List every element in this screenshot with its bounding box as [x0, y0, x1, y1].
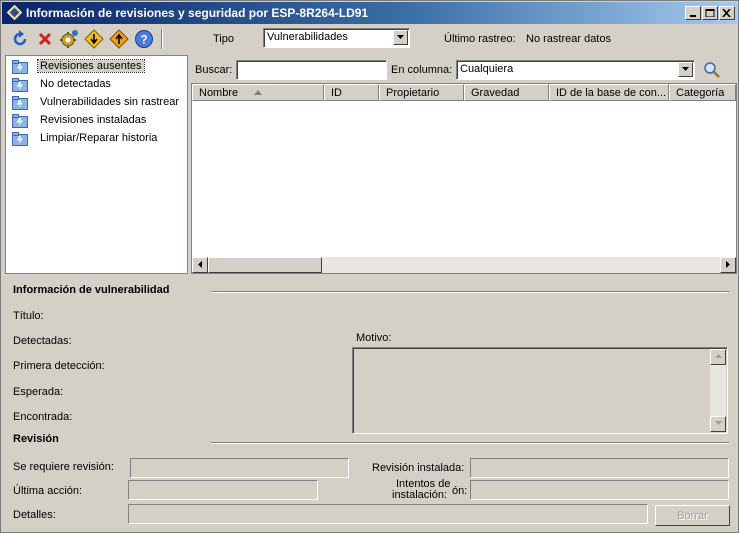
settings-gear-icon[interactable] [59, 29, 79, 49]
minimize-button[interactable] [685, 6, 701, 20]
search-icon[interactable] [703, 61, 721, 79]
category-tree: Revisiones ausentes No detectadas Vulner… [5, 55, 188, 274]
primera-deteccion-label: Primera detección: [13, 360, 105, 372]
column-header-categoria[interactable]: Categoría [669, 84, 736, 101]
tipo-select-value: Vulnerabilidades [267, 31, 348, 43]
column-label: Categoría [676, 87, 725, 99]
vulnerability-section-title: Información de vulnerabilidad [13, 284, 170, 296]
svg-text:?: ? [140, 33, 147, 47]
columna-dropdown-button[interactable] [678, 62, 693, 77]
refresh-icon[interactable] [10, 29, 30, 49]
column-header-gravedad[interactable]: Gravedad [464, 84, 549, 101]
close-icon [722, 9, 731, 17]
intentos-instalacion-label-line2: instalación: [392, 489, 448, 501]
column-header-id[interactable]: ID [324, 84, 379, 101]
toolbar: ? Tipo Vulnerabilidades Último rastreo: … [2, 25, 737, 53]
ultima-accion-label: Última acción: [13, 485, 83, 497]
patch-folder-icon [12, 78, 28, 92]
revision-section-title: Revisión [13, 433, 59, 445]
close-button[interactable] [719, 6, 735, 20]
arrow-down-icon [715, 421, 722, 425]
help-icon[interactable]: ? [134, 29, 154, 49]
chevron-down-icon [397, 35, 404, 39]
revision-instalada-field [470, 458, 729, 478]
tree-item-label: Vulnerabilidades sin rastrear [40, 96, 179, 108]
patch-security-window: Información de revisiones y seguridad po… [0, 0, 739, 533]
ultimo-rastreo-value: No rastrear datos [526, 33, 611, 45]
scrollbar-thumb[interactable] [208, 257, 322, 273]
app-diamond-icon [7, 5, 22, 20]
column-label: Gravedad [471, 87, 520, 99]
approve-icon[interactable] [109, 29, 129, 49]
tree-item-label: Limpiar/Reparar historia [40, 132, 158, 144]
encontrada-label: Encontrada: [13, 411, 73, 423]
motivo-label: Motivo: [356, 332, 392, 344]
sort-ascending-icon [254, 90, 262, 95]
patch-list[interactable]: Nombre ID Propietario Gravedad ID de la … [191, 83, 737, 274]
tree-item-label: No detectadas [40, 78, 111, 90]
ultimo-rastreo-label: Último rastreo: [444, 33, 516, 45]
detectadas-label: Detectadas: [13, 335, 72, 347]
list-header: Nombre ID Propietario Gravedad ID de la … [192, 84, 736, 101]
revision-instalada-label: Revisión instalada: [372, 462, 465, 474]
detalles-label: Detalles: [13, 509, 56, 521]
delete-icon[interactable] [35, 29, 55, 49]
intentos-instalacion-field [470, 480, 729, 500]
se-requiere-revision-label: Se requiere revisión: [13, 461, 114, 473]
buscar-input[interactable] [236, 60, 387, 80]
maximize-icon [705, 9, 715, 17]
arrow-up-icon [715, 354, 722, 358]
detalles-field [128, 504, 648, 524]
window-title: Información de revisiones y seguridad po… [26, 6, 369, 20]
patch-folder-icon [12, 132, 28, 146]
tipo-dropdown-button[interactable] [393, 30, 408, 45]
column-header-propietario[interactable]: Propietario [379, 84, 464, 101]
column-label: ID [331, 87, 342, 99]
horizontal-scrollbar[interactable] [192, 257, 736, 273]
vertical-scrollbar[interactable] [710, 349, 726, 432]
columna-select-value: Cualquiera [460, 63, 514, 75]
scroll-down-button[interactable] [710, 416, 726, 432]
toolbar-separator [161, 29, 163, 49]
intentos-instalacion-label-suffix: ón: [452, 485, 468, 497]
patch-folder-icon [12, 60, 28, 74]
tipo-label: Tipo [213, 33, 234, 45]
patch-folder-icon [12, 96, 28, 110]
title-bar[interactable]: Información de revisiones y seguridad po… [2, 2, 737, 24]
column-header-nombre[interactable]: Nombre [192, 84, 324, 101]
ultima-accion-field [128, 480, 318, 500]
column-label: ID de la base de con... [556, 87, 667, 99]
maximize-button[interactable] [702, 6, 718, 20]
se-requiere-revision-field [130, 458, 349, 478]
tipo-select[interactable]: Vulnerabilidades [263, 28, 410, 48]
buscar-label: Buscar: [195, 64, 233, 76]
motivo-textarea[interactable] [352, 347, 728, 434]
arrow-right-icon [726, 261, 730, 268]
column-header-id-base-conocimiento[interactable]: ID de la base de con... [549, 84, 669, 101]
column-label: Propietario [386, 87, 440, 99]
column-label: Nombre [199, 87, 239, 99]
install-icon[interactable] [84, 29, 104, 49]
scroll-right-button[interactable] [720, 257, 736, 273]
chevron-down-icon [682, 67, 689, 71]
arrow-left-icon [198, 261, 202, 268]
titulo-label: Título: [13, 310, 44, 322]
columna-select[interactable]: Cualquiera [456, 60, 695, 80]
en-columna-label: En columna: [391, 64, 453, 76]
esperada-label: Esperada: [13, 386, 64, 398]
patch-folder-icon [12, 114, 28, 128]
section-divider [211, 442, 729, 444]
tree-item-label: Revisiones instaladas [40, 114, 147, 126]
borrar-button[interactable]: Borrar [655, 505, 730, 526]
minimize-icon [690, 15, 696, 17]
scroll-up-button[interactable] [710, 349, 726, 365]
section-divider [211, 291, 729, 293]
search-panel: Buscar: En columna: Cualquiera [191, 56, 737, 83]
scroll-left-button[interactable] [192, 257, 208, 273]
tree-item-label: Revisiones ausentes [37, 59, 145, 73]
